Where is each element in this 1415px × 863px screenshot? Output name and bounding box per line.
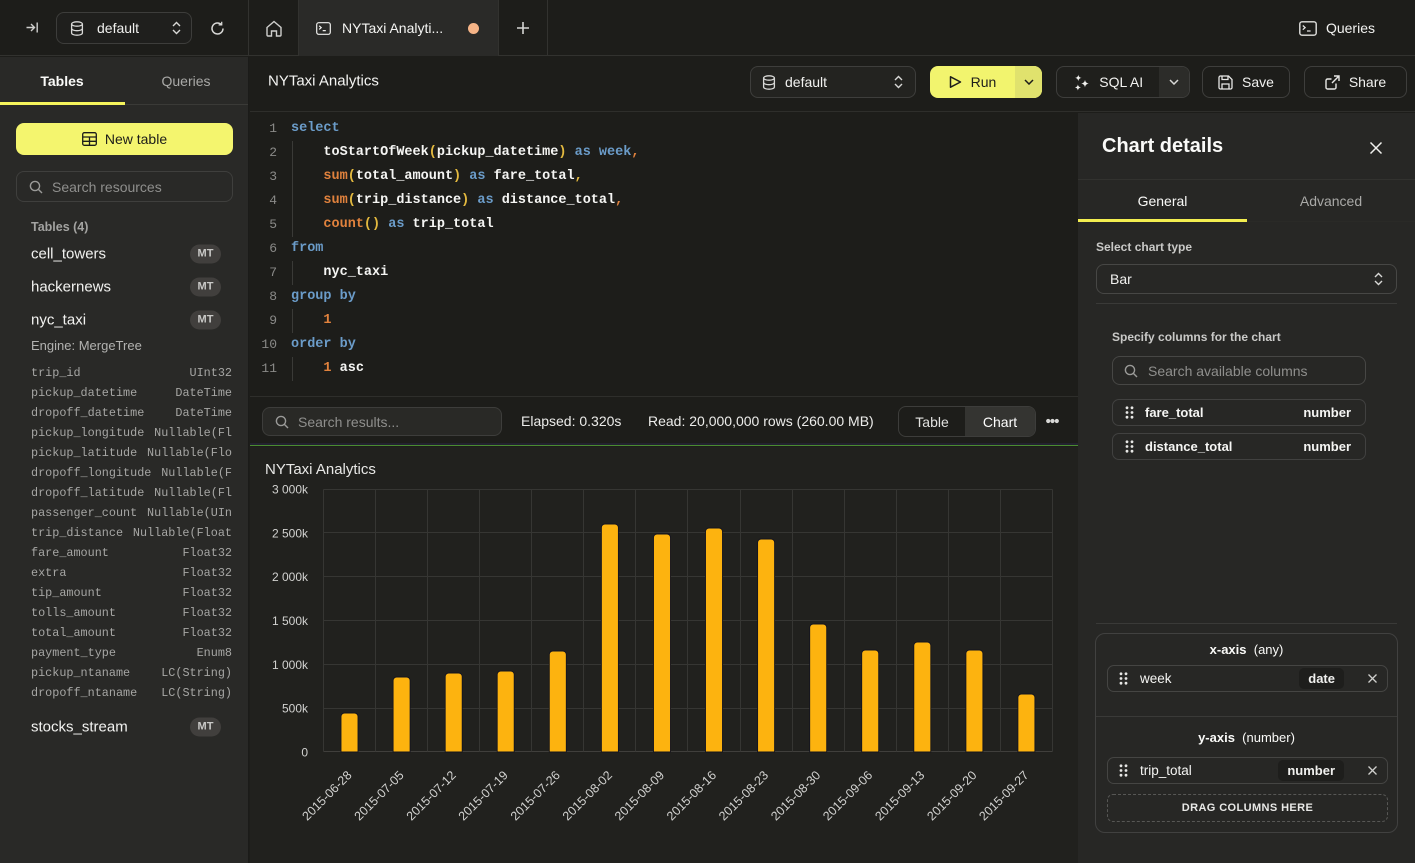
svg-text:2015-08-09: 2015-08-09 xyxy=(612,768,667,823)
svg-text:2015-09-06: 2015-09-06 xyxy=(820,768,875,823)
svg-text:1 500k: 1 500k xyxy=(272,614,309,628)
svg-text:2015-09-27: 2015-09-27 xyxy=(976,768,1031,823)
svg-text:2015-08-23: 2015-08-23 xyxy=(716,768,771,823)
svg-text:2015-07-26: 2015-07-26 xyxy=(508,768,563,823)
svg-text:500k: 500k xyxy=(282,702,309,716)
svg-text:2015-07-19: 2015-07-19 xyxy=(456,768,511,823)
svg-text:2015-08-16: 2015-08-16 xyxy=(664,768,719,823)
svg-text:0: 0 xyxy=(301,746,308,760)
svg-text:2015-08-02: 2015-08-02 xyxy=(560,768,615,823)
svg-text:2015-09-20: 2015-09-20 xyxy=(924,768,979,823)
svg-text:2 000k: 2 000k xyxy=(272,570,309,584)
svg-text:2 500k: 2 500k xyxy=(272,526,309,540)
svg-text:NYTaxi Analytics: NYTaxi Analytics xyxy=(265,461,376,478)
svg-text:3 000k: 3 000k xyxy=(272,483,309,497)
svg-text:2015-07-05: 2015-07-05 xyxy=(352,768,407,823)
svg-text:2015-07-12: 2015-07-12 xyxy=(404,768,459,823)
svg-text:2015-08-30: 2015-08-30 xyxy=(768,768,823,823)
svg-text:1 000k: 1 000k xyxy=(272,658,309,672)
svg-text:2015-06-28: 2015-06-28 xyxy=(300,768,355,823)
svg-text:2015-09-13: 2015-09-13 xyxy=(872,768,927,823)
